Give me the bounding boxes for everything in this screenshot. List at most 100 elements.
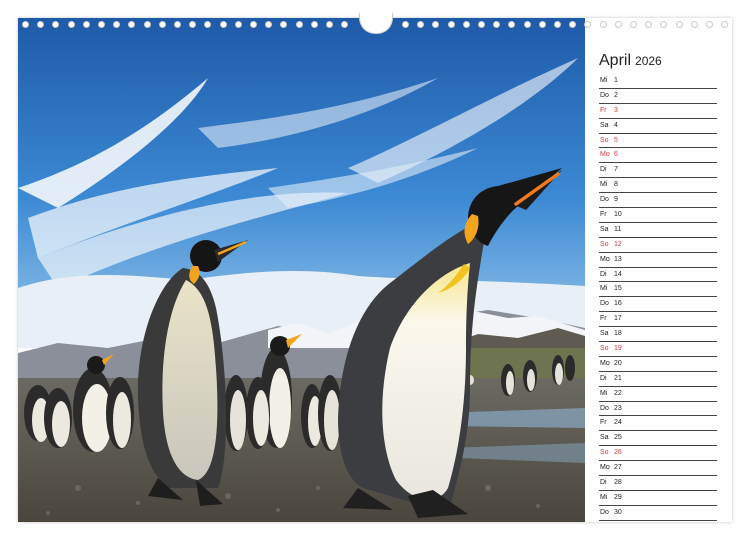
binding-hole [660,21,668,28]
weekday-label: Do [600,300,609,308]
binding-hole [219,21,227,28]
day-row: Mi 22 [599,387,717,402]
binding-hole [706,21,713,28]
binding-hole [417,21,425,28]
binding-hole [599,21,607,28]
binding-hole [569,21,577,28]
weekday-label: Fr [600,315,607,323]
day-number: 17 [614,315,622,323]
day-number: 6 [614,151,618,159]
day-number: 29 [614,493,622,501]
weekday-label: So [600,345,609,353]
day-number: 13 [614,255,622,263]
binding-hole [645,21,653,28]
binding-hole [462,21,470,28]
day-number: 2 [614,91,618,99]
day-row: Sa 18 [599,327,717,343]
binding-hole [584,21,592,28]
day-row: Fr 24 [599,416,717,432]
binding-hole [204,21,212,28]
day-row: Do 30 [599,506,717,521]
weekday-label: Di [600,166,607,174]
binding-hole [158,21,166,28]
weekday-label: Sa [600,121,609,129]
day-row: Do 2 [599,89,717,104]
weekday-label: Mo [600,359,610,367]
binding-hole [98,21,105,28]
binding-hole [538,21,546,28]
binding-hole [52,21,60,28]
binding-hole [22,21,29,28]
day-row: Fr 10 [599,208,717,223]
day-number: 25 [614,434,622,442]
binding-hole [523,21,531,28]
weekday-label: Sa [600,225,609,233]
day-row: Mo 13 [599,253,717,268]
binding-hole [447,21,455,28]
weekday-label: Mo [600,255,610,263]
month-calendar: April 2026 Mi 1 Do 2 Fr 3 Sa 4 So 5 Mo 6 Di 7 Mi 8 Do 9 Fr 1… [599,48,717,521]
binding-hole [280,21,288,28]
weekday-label: Sa [600,330,609,338]
weekday-label: Mi [600,285,608,293]
weekday-label: Mi [600,181,608,189]
binding-hole [82,21,90,28]
weekday-label: Mo [600,464,610,472]
weekday-label: Mo [600,151,610,159]
weekday-label: Di [600,270,607,278]
day-row: Mi 8 [599,178,717,194]
binding-hole [310,21,318,28]
day-row: Fr 17 [599,312,717,328]
day-number: 7 [614,166,618,174]
day-row: Di 21 [599,372,717,387]
day-row: Mi 1 [599,74,717,89]
day-number: 23 [614,404,622,412]
day-row: Sa 11 [599,223,717,238]
binding-hole [341,21,349,28]
day-list: Mi 1 Do 2 Fr 3 Sa 4 So 5 Mo 6 Di 7 Mi 8 Do 9 Fr 10 Sa 11 So 12 M… [599,74,717,521]
binding-hole [554,21,561,28]
day-number: 26 [614,449,622,457]
day-row: Sa 4 [599,119,717,134]
weekday-label: Fr [600,419,607,427]
day-number: 9 [614,196,618,204]
spiral-binding [18,13,732,34]
day-number: 11 [614,225,622,233]
binding-hole [189,21,197,28]
weekday-label: So [600,136,609,144]
day-row: So 26 [599,446,717,462]
binding-hole [675,21,683,28]
day-number: 30 [614,508,622,516]
day-row: Mi 29 [599,491,717,506]
binding-hole [128,21,136,28]
weekday-label: Di [600,374,607,382]
day-number: 20 [614,359,622,367]
weekday-label: Fr [600,106,607,114]
hanger-hole [359,13,393,34]
day-number: 5 [614,136,618,144]
binding-hole [508,21,516,28]
day-row: Do 23 [599,402,717,417]
day-number: 27 [614,464,622,472]
weekday-label: So [600,449,609,457]
binding-hole [113,21,121,28]
binding-hole [402,21,409,28]
weekday-label: Do [600,404,609,412]
binding-hole [493,21,501,28]
day-number: 4 [614,121,618,129]
day-row: Sa 25 [599,431,717,447]
day-number: 12 [614,240,622,248]
day-number: 10 [614,211,622,219]
penguin-photo [18,18,585,522]
binding-hole [143,21,151,28]
day-row: Di 28 [599,476,717,491]
day-number: 18 [614,330,622,338]
day-row: So 19 [599,342,717,357]
binding-hole [690,21,698,28]
binding-hole [721,21,729,28]
day-row: Mo 20 [599,357,717,372]
day-number: 8 [614,181,618,189]
binding-hole [326,21,333,28]
day-number: 19 [614,345,622,353]
binding-hole [295,21,303,28]
